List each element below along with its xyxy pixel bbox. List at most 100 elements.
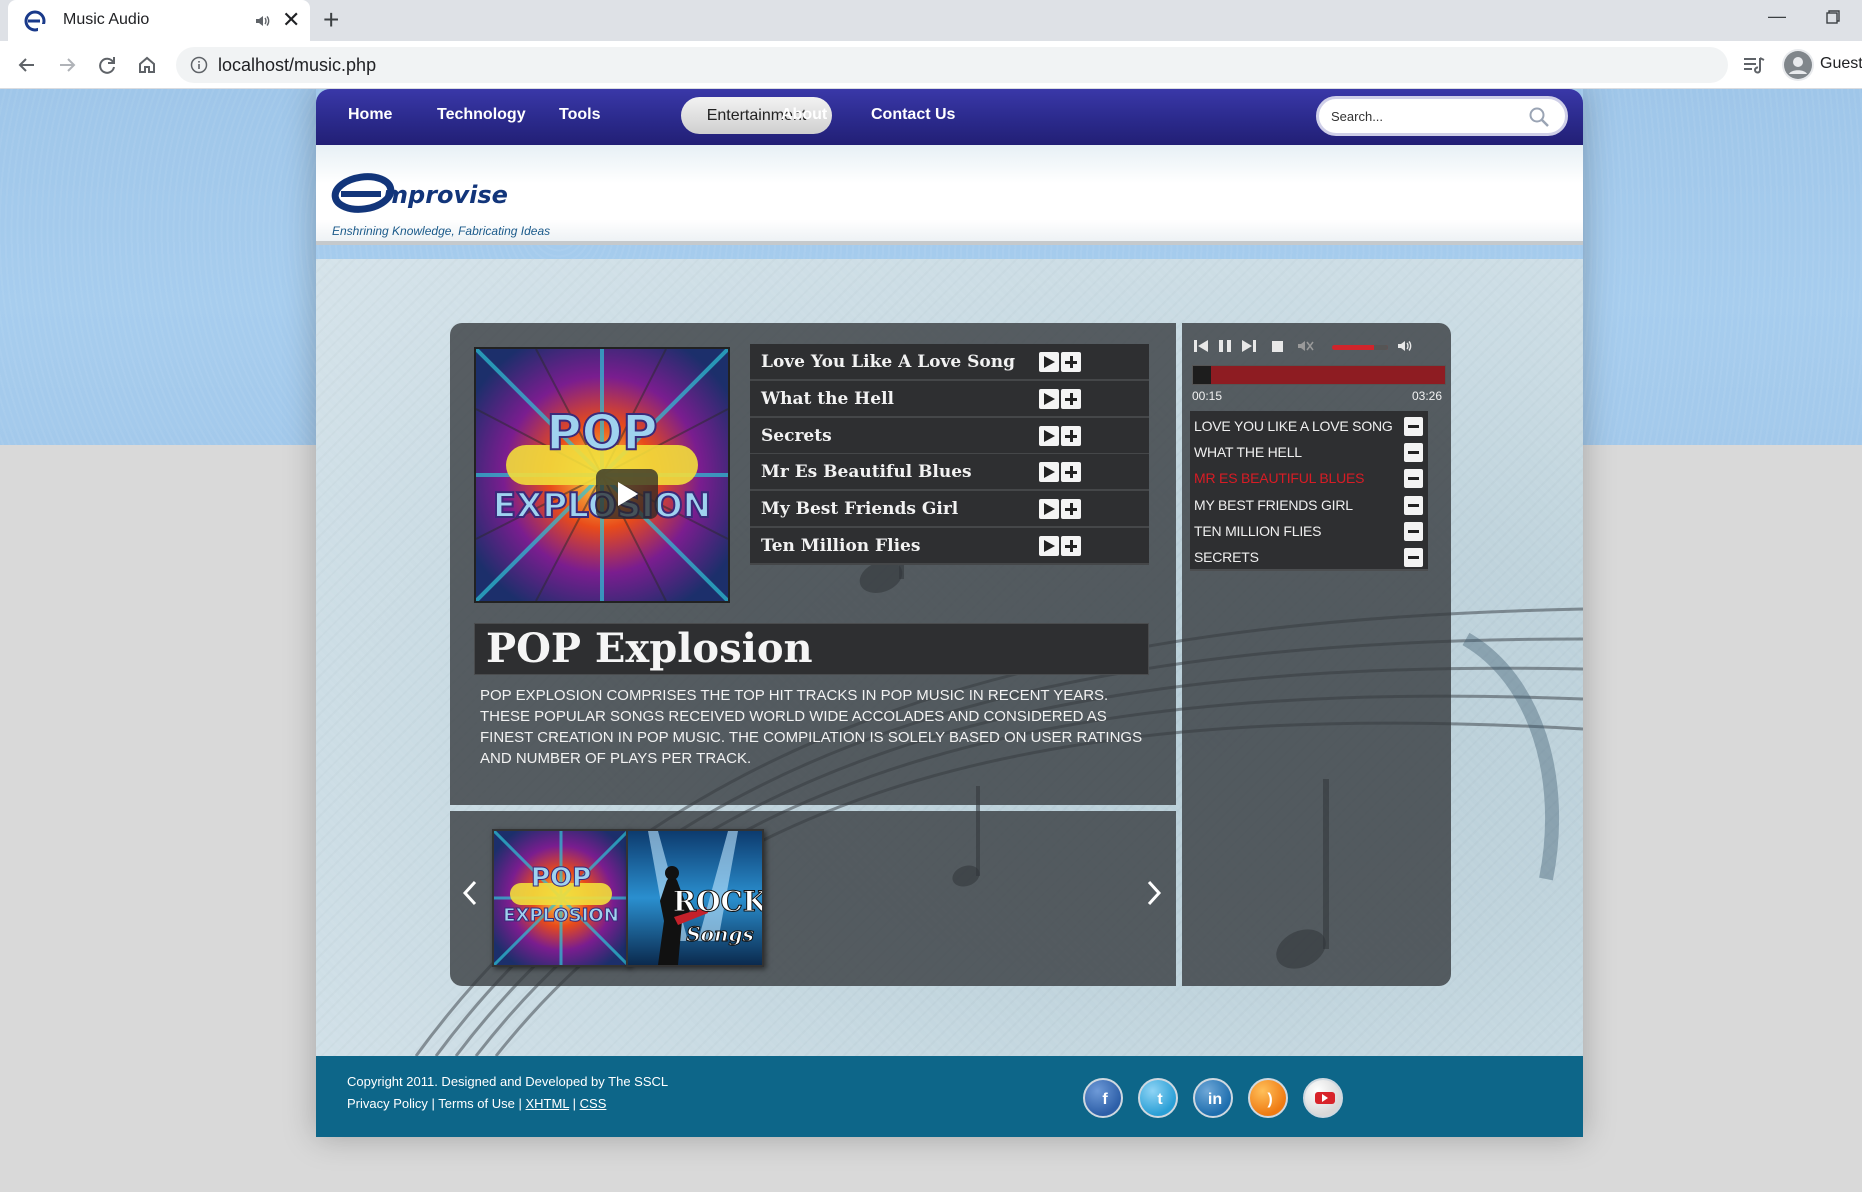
track-play-icon[interactable] — [1039, 499, 1059, 519]
twitter-icon[interactable]: t — [1138, 1078, 1178, 1118]
stop-icon[interactable] — [1268, 337, 1286, 355]
carousel-album-rock[interactable]: ROCK Songs — [626, 829, 764, 967]
nav-technology[interactable]: Technology — [437, 106, 526, 124]
playlist-item-name: Mr Es Beautiful Blues — [1194, 470, 1365, 486]
track-add-icon[interactable] — [1061, 462, 1081, 482]
remove-track-icon[interactable] — [1404, 443, 1423, 462]
playlist-item-name: What The Hell — [1194, 444, 1302, 460]
pause-icon[interactable] — [1216, 337, 1234, 355]
nav-about[interactable]: About — [781, 106, 827, 124]
main-nav: Home Technology Tools Entertainment Abou… — [316, 89, 1583, 145]
youtube-logo-icon — [1315, 1092, 1335, 1104]
playlist-item[interactable]: My Best Friends Girl — [1190, 490, 1428, 519]
rock-songs-thumb-art: ROCK Songs — [628, 831, 762, 965]
search-input[interactable] — [1329, 105, 1519, 127]
track-row[interactable]: Secrets — [750, 418, 1149, 455]
home-icon[interactable] — [132, 50, 162, 80]
svg-text:ROCK: ROCK — [673, 885, 762, 918]
tab-close-icon[interactable]: ✕ — [282, 7, 300, 33]
playlist-item[interactable]: Love You Like A Love Song — [1190, 411, 1428, 440]
track-add-icon[interactable] — [1061, 389, 1081, 409]
svg-text:POP: POP — [546, 405, 657, 461]
previous-track-icon[interactable] — [1192, 337, 1210, 355]
remove-track-icon[interactable] — [1404, 496, 1423, 515]
page-viewport: Home Technology Tools Entertainment Abou… — [0, 89, 1862, 1192]
volume-max-icon[interactable] — [1396, 337, 1414, 355]
playlist-item[interactable]: Secrets — [1190, 542, 1428, 571]
nav-home[interactable]: Home — [348, 106, 392, 124]
track-row[interactable]: Ten Million Flies — [750, 528, 1149, 565]
track-play-icon[interactable] — [1039, 536, 1059, 556]
seek-bar[interactable] — [1192, 365, 1446, 385]
new-tab-button[interactable]: + — [323, 4, 339, 36]
album-description: POP EXPLOSION COMPRISES THE TOP HIT TRAC… — [480, 687, 1143, 767]
playlist-item-active[interactable]: Mr Es Beautiful Blues — [1190, 463, 1428, 492]
mute-icon[interactable] — [1296, 337, 1314, 355]
track-add-icon[interactable] — [1061, 352, 1081, 372]
remove-track-icon[interactable] — [1404, 548, 1423, 567]
nav-contact-us[interactable]: Contact Us — [871, 106, 955, 124]
footer-link-xhtml[interactable]: XHTML — [525, 1096, 569, 1111]
track-add-icon[interactable] — [1061, 499, 1081, 519]
svg-text:Songs: Songs — [686, 922, 754, 946]
album-carousel: POP EXPLOSION ROCK Songs — [450, 811, 1176, 986]
nav-tools[interactable]: Tools — [559, 106, 600, 124]
site-favicon-icon — [24, 10, 46, 32]
window-minimize-icon[interactable]: — — [1768, 6, 1786, 27]
remove-track-icon[interactable] — [1404, 469, 1423, 488]
track-play-icon[interactable] — [1039, 352, 1059, 372]
speaker-icon[interactable] — [254, 12, 272, 30]
remove-track-icon[interactable] — [1404, 522, 1423, 541]
browser-tab[interactable]: Music Audio ✕ — [8, 0, 310, 41]
track-row[interactable]: Mr Es Beautiful Blues — [750, 454, 1149, 491]
site-container: Home Technology Tools Entertainment Abou… — [316, 89, 1583, 1137]
track-play-icon[interactable] — [1039, 389, 1059, 409]
track-add-icon[interactable] — [1061, 536, 1081, 556]
address-bar[interactable]: localhost/music.php — [176, 47, 1728, 83]
volume-slider[interactable] — [1332, 345, 1388, 350]
person-icon — [1784, 51, 1812, 79]
album-cover[interactable]: POP EXPLOSION — [474, 347, 730, 603]
footer-link-css[interactable]: CSS — [580, 1096, 607, 1111]
tab-title: Music Audio — [63, 11, 150, 28]
profile-label: Guest — [1820, 55, 1862, 72]
track-play-icon[interactable] — [1039, 426, 1059, 446]
logo-text: mprovise — [383, 181, 508, 209]
reading-list-icon[interactable] — [1742, 54, 1766, 76]
playlist-item[interactable]: Ten Million Flies — [1190, 516, 1428, 545]
reload-icon[interactable] — [92, 50, 122, 80]
main-content: POP EXPLOSION Love You Like A Love Song … — [316, 259, 1583, 1056]
url-text: localhost/music.php — [218, 55, 377, 75]
carousel-album-pop[interactable]: POP EXPLOSION — [492, 829, 630, 967]
chevron-left-icon[interactable] — [462, 879, 478, 907]
browser-toolbar: localhost/music.php Guest — [0, 41, 1862, 89]
info-icon[interactable] — [190, 56, 208, 74]
footer-link-privacy[interactable]: Privacy Policy — [347, 1096, 428, 1111]
footer-link-terms[interactable]: Terms of Use — [438, 1096, 515, 1111]
track-play-icon[interactable] — [1039, 462, 1059, 482]
linkedin-icon[interactable]: in — [1193, 1078, 1233, 1118]
forward-arrow-icon[interactable] — [52, 50, 82, 80]
profile-avatar[interactable] — [1782, 49, 1814, 81]
track-row[interactable]: Love You Like A Love Song — [750, 344, 1149, 381]
remove-track-icon[interactable] — [1404, 417, 1423, 436]
playlist-item-name: My Best Friends Girl — [1194, 497, 1353, 513]
rss-icon[interactable]: ) — [1248, 1078, 1288, 1118]
svg-text:POP: POP — [531, 863, 591, 893]
emprovise-logo[interactable]: mprovise — [331, 173, 551, 217]
footer-links: Privacy Policy | Terms of Use | XHTML | … — [347, 1096, 607, 1111]
facebook-icon[interactable]: f — [1083, 1078, 1123, 1118]
album-play-button[interactable] — [596, 469, 658, 519]
back-arrow-icon[interactable] — [12, 50, 42, 80]
window-restore-icon[interactable] — [1826, 10, 1840, 24]
track-row[interactable]: My Best Friends Girl — [750, 491, 1149, 528]
chevron-right-icon[interactable] — [1146, 879, 1162, 907]
playlist-item-name: Ten Million Flies — [1194, 523, 1322, 539]
site-footer: Copyright 2011. Designed and Developed b… — [316, 1056, 1583, 1137]
playlist-item[interactable]: What The Hell — [1190, 437, 1428, 466]
youtube-icon[interactable] — [1303, 1078, 1343, 1118]
search-icon[interactable] — [1527, 105, 1551, 129]
track-row[interactable]: What the Hell — [750, 381, 1149, 418]
track-add-icon[interactable] — [1061, 426, 1081, 446]
next-track-icon[interactable] — [1240, 337, 1258, 355]
